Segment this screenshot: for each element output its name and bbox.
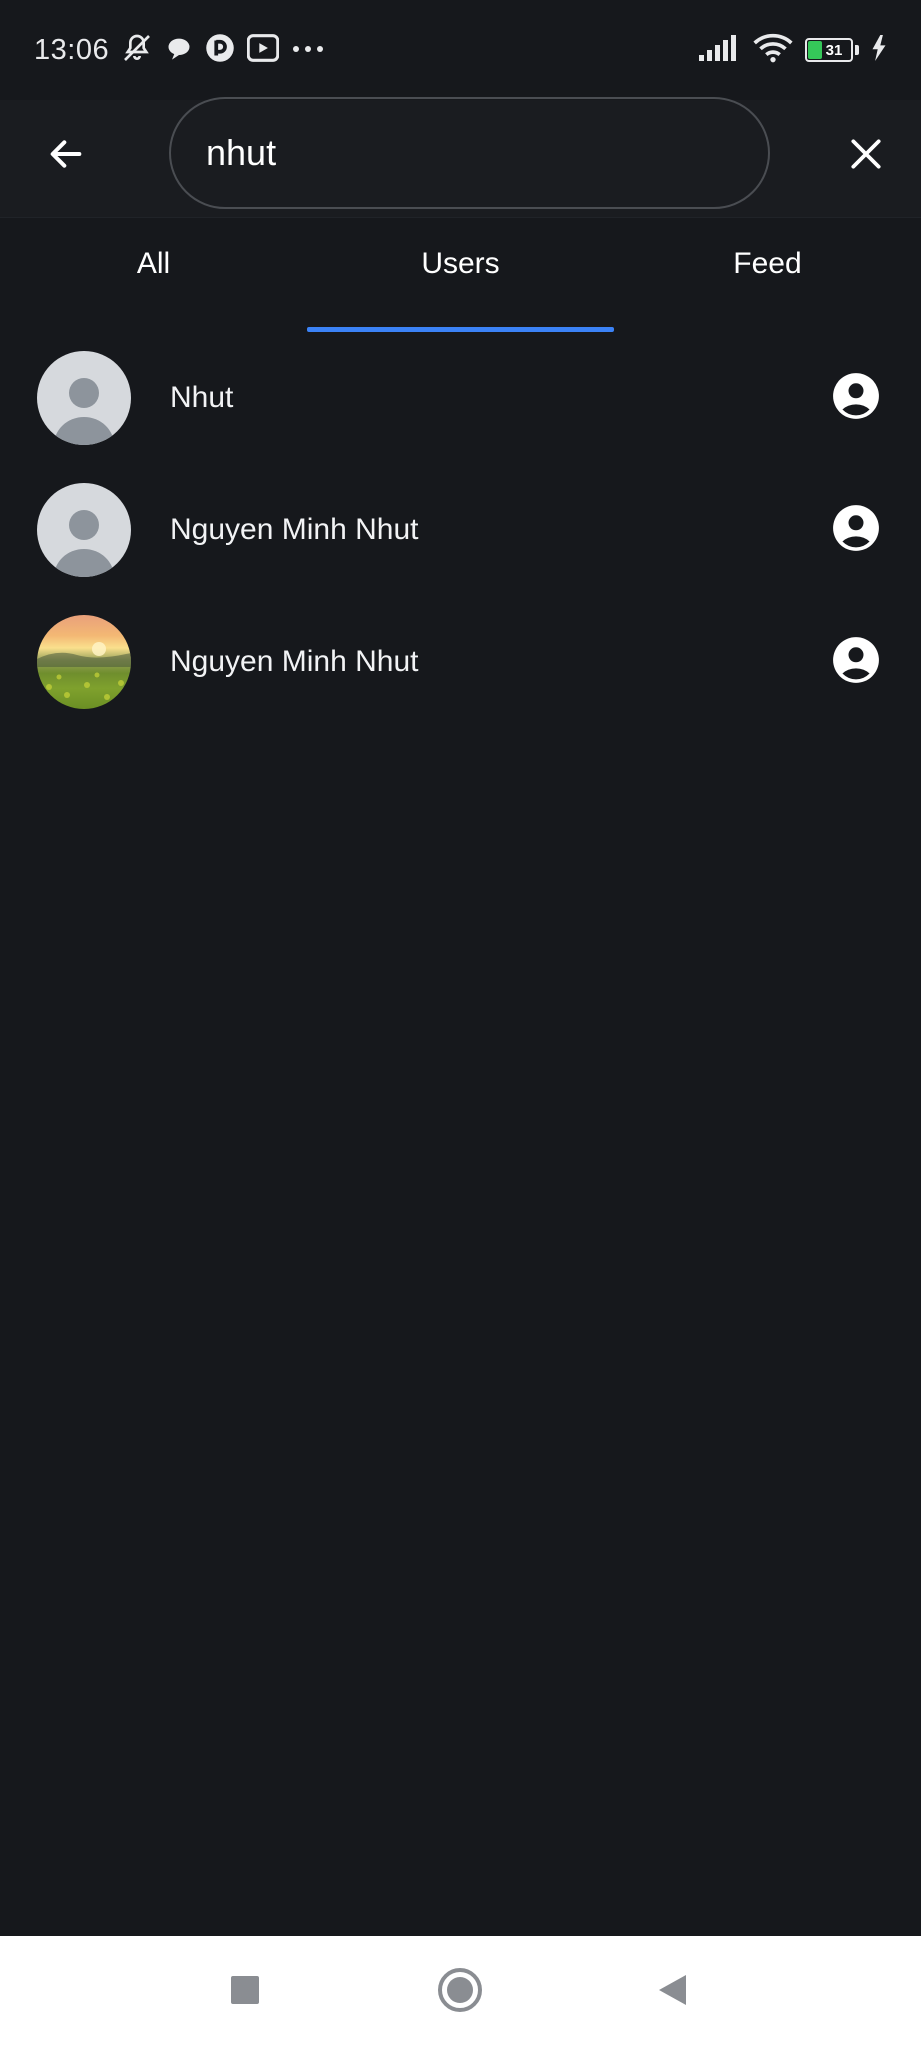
view-profile-button[interactable] xyxy=(829,371,883,425)
battery-cap xyxy=(855,45,859,55)
status-right: 31 xyxy=(699,33,887,68)
user-name: Nguyen Minh Nhut xyxy=(170,513,419,546)
account-circle-icon xyxy=(831,635,881,690)
tab-label: Users xyxy=(421,247,500,280)
user-results-list: Nhut Nguyen Minh Nhut Nguyen Minh Nhut xyxy=(0,332,921,728)
status-bar: 13:06 31 xyxy=(0,0,921,100)
close-icon xyxy=(847,135,885,178)
view-profile-button[interactable] xyxy=(829,635,883,689)
search-screen: 13:06 31 nhut All Users Feed Nhut Nguyen… xyxy=(0,0,921,2048)
account-circle-icon xyxy=(831,503,881,558)
list-item[interactable]: Nguyen Minh Nhut xyxy=(0,464,921,596)
avatar xyxy=(37,483,131,577)
search-field[interactable] xyxy=(169,97,770,209)
bell-off-icon xyxy=(121,32,153,69)
system-nav-bar xyxy=(0,1936,921,2048)
tab-label: Feed xyxy=(733,247,802,280)
search-header xyxy=(0,97,921,218)
avatar xyxy=(37,351,131,445)
tab-users[interactable]: Users xyxy=(307,218,614,332)
status-left: 13:06 xyxy=(34,32,325,69)
list-item[interactable]: Nguyen Minh Nhut xyxy=(0,596,921,728)
user-name: Nguyen Minh Nhut xyxy=(170,645,419,678)
home-circle-icon xyxy=(437,1967,483,2018)
more-dots-icon xyxy=(291,41,325,59)
video-player-icon xyxy=(246,33,280,68)
user-name: Nhut xyxy=(170,381,234,414)
back-nav-button[interactable] xyxy=(648,1968,696,2016)
account-circle-icon xyxy=(831,371,881,426)
recents-button[interactable] xyxy=(221,1968,269,2016)
recents-square-icon xyxy=(230,1975,260,2010)
battery-icon: 31 xyxy=(805,38,853,62)
app-badge-icon xyxy=(205,33,235,68)
back-triangle-icon xyxy=(656,1973,688,2012)
search-input[interactable] xyxy=(206,132,768,174)
avatar xyxy=(37,615,131,709)
tab-label: All xyxy=(136,247,171,280)
battery-level: 31 xyxy=(825,41,843,59)
tab-feed[interactable]: Feed xyxy=(614,218,921,332)
list-item[interactable]: Nhut xyxy=(0,332,921,464)
tab-all[interactable]: All xyxy=(0,218,307,332)
battery-fill xyxy=(808,41,822,59)
view-profile-button[interactable] xyxy=(829,503,883,557)
arrow-left-icon xyxy=(46,134,86,179)
home-button[interactable] xyxy=(436,1967,484,2018)
search-tabs: All Users Feed xyxy=(0,218,921,332)
signal-icon xyxy=(699,34,741,66)
status-time: 13:06 xyxy=(34,33,110,66)
charging-bolt-icon xyxy=(871,34,887,66)
wifi-icon xyxy=(753,33,793,68)
chat-bubble-icon xyxy=(165,34,193,67)
back-button[interactable] xyxy=(40,130,92,182)
clear-search-button[interactable] xyxy=(840,130,892,182)
